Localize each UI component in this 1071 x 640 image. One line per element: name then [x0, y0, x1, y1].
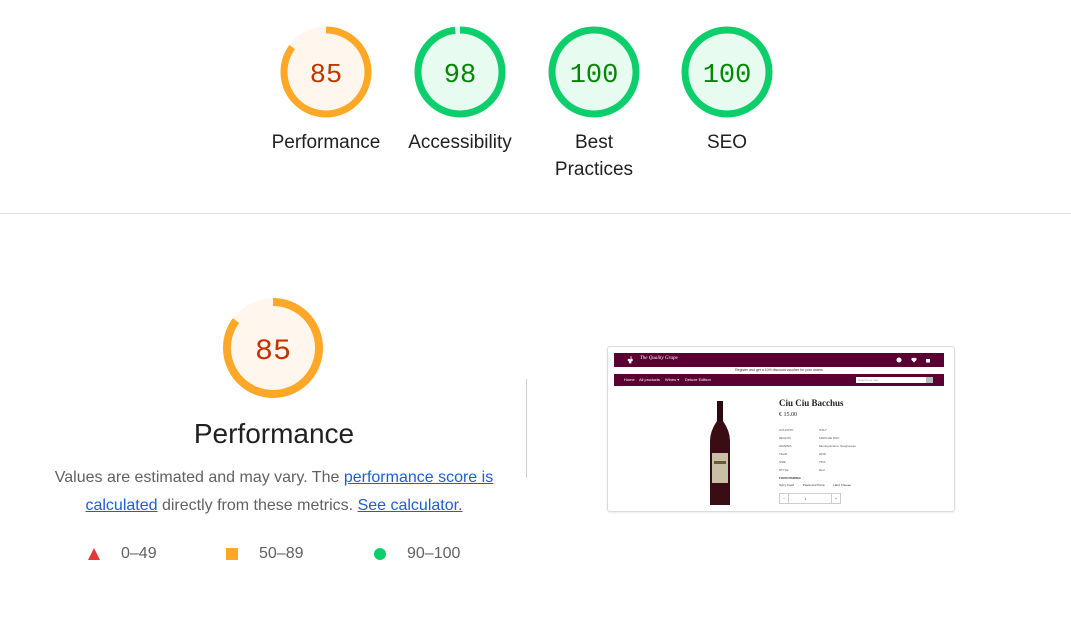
site-nav: Home All products Wines ▾ Deluxe Edition…: [614, 374, 944, 386]
promo-banner: Register and get a 10% discount voucher …: [614, 367, 944, 374]
performance-gauge-large: 85: [222, 297, 324, 404]
food-pairing-label: FOOD PAIRING: [779, 476, 801, 480]
product-title: Ciu Ciu Bacchus: [779, 398, 844, 408]
legend-label: 0–49: [121, 545, 157, 562]
gauge-ring: 85: [280, 26, 372, 118]
gauge-ring: 98: [414, 26, 506, 118]
square-icon: [226, 548, 238, 560]
site-header: The Quality Grape: [614, 353, 944, 367]
food-pairing-list: Spicy Food Pasta and Pizza Hard Cheese: [779, 483, 859, 487]
food-item: Pasta and Pizza: [802, 483, 825, 487]
performance-title: Performance: [193, 418, 355, 449]
gauge-accessibility[interactable]: 98 Accessibility: [400, 26, 520, 156]
gauge-label: Accessibility: [408, 132, 512, 153]
legend-average: 50–89: [226, 544, 304, 564]
food-item: Spicy Food: [779, 483, 795, 487]
circle-icon: [374, 548, 386, 560]
bag-icon: [926, 359, 930, 363]
gauge-ring: 85: [223, 298, 323, 398]
gauge-score: 100: [703, 61, 752, 91]
performance-description: Values are estimated and may vary. The p…: [50, 464, 498, 520]
nav-deluxe: Deluxe Edition: [685, 377, 711, 382]
triangle-icon: [88, 548, 100, 560]
spec-row: YEAR 2018: [779, 452, 826, 456]
nav-all-products: All products: [639, 377, 660, 382]
food-item: Hard Cheese: [833, 483, 852, 487]
gauge-label: Best Practices: [554, 132, 634, 180]
user-icon: [896, 357, 902, 363]
see-calculator-link[interactable]: See calculator.: [358, 497, 463, 514]
score-legend: 0–49 50–89 90–100: [0, 544, 560, 566]
spec-row: SIZE 75CL: [779, 460, 827, 464]
plus-icon: +: [831, 494, 840, 503]
quantity-value: 1: [804, 496, 807, 501]
gauge-label: SEO: [706, 132, 748, 153]
legend-label: 90–100: [407, 545, 461, 562]
nav-home: Home: [624, 377, 635, 382]
product-price: € 15.00: [779, 412, 797, 418]
quantity-stepper: − 1 +: [779, 493, 841, 504]
site-brand: The Quality Grape: [640, 356, 678, 361]
legend-fail: 0–49: [88, 544, 157, 564]
gauge-best-practices[interactable]: 100 Best Practices: [534, 26, 654, 183]
final-screenshot[interactable]: The Quality Grape Register and get a 10%…: [607, 346, 955, 512]
vertical-separator: [526, 379, 527, 478]
gauge-ring: 100: [681, 26, 773, 118]
gauge-score: 85: [255, 335, 291, 369]
gauge-label: Performance: [271, 132, 381, 153]
spec-row: STYLE Red: [779, 468, 825, 472]
search-icon: [926, 377, 933, 383]
gauge-ring: 100: [548, 26, 640, 118]
section-divider: [0, 213, 1071, 214]
spec-row: COUNTRY ITALY: [779, 428, 827, 432]
grape-logo-icon: [627, 356, 633, 364]
spec-row: REGION MARCHE DOC: [779, 436, 840, 440]
nav-wines: Wines ▾: [665, 377, 680, 382]
gauge-score: 100: [570, 61, 619, 91]
minus-icon: −: [780, 494, 789, 503]
legend-label: 50–89: [259, 545, 304, 562]
wine-bottle-image: [710, 401, 730, 505]
heart-icon: [911, 357, 917, 363]
gauge-score: 98: [444, 61, 476, 91]
screenshot-page: The Quality Grape Register and get a 10%…: [614, 353, 944, 505]
spec-row: GRAPES Montepulciano, Sangiovese: [779, 444, 856, 448]
desc-text-1: Values are estimated and may vary. The: [54, 469, 344, 486]
gauge-seo[interactable]: 100 SEO: [667, 26, 787, 156]
desc-text-2: directly from these metrics.: [157, 497, 358, 514]
legend-pass: 90–100: [374, 544, 461, 564]
gauge-performance[interactable]: 85 Performance: [266, 26, 386, 156]
site-search-input: Search our site: [856, 377, 926, 383]
gauge-score: 85: [310, 61, 342, 91]
category-gauges: 85 Performance 98 Accessibility 100 Best…: [0, 26, 1071, 206]
